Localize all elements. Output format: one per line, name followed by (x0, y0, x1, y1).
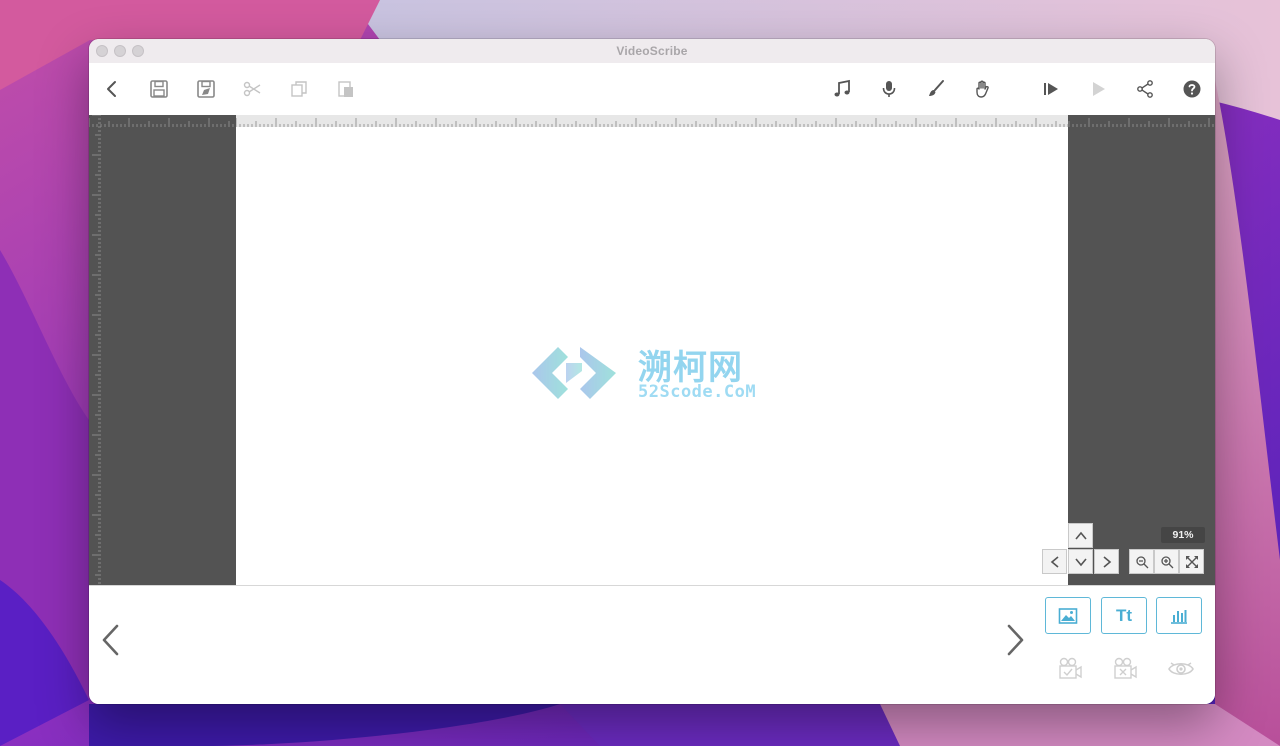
scissors-icon (243, 81, 261, 97)
zoom-out-button[interactable] (1129, 549, 1154, 574)
chevron-right-icon (1102, 555, 1111, 568)
bar-chart-icon (1171, 609, 1187, 624)
watermark-en-text: 52Scode.CoM (638, 382, 757, 402)
zoom-level-label: 91% (1161, 527, 1205, 543)
pan-up-button[interactable] (1068, 523, 1093, 548)
paste-icon (338, 81, 353, 97)
pan-right-button[interactable] (1094, 549, 1119, 574)
eye-icon (1168, 662, 1194, 676)
chevron-up-icon (1074, 531, 1087, 540)
preview-from-button[interactable] (1039, 77, 1063, 101)
app-window: VideoScribe 溯柯网 52Scode.CoM 91% Tt (89, 39, 1215, 704)
left-ruler (92, 115, 101, 584)
save-button[interactable] (147, 77, 171, 101)
canvas-ruler-ticks (236, 118, 1068, 127)
back-button[interactable] (100, 77, 124, 101)
watermark: 溯柯网 52Scode.CoM (490, 332, 790, 412)
pan-down-button[interactable] (1068, 549, 1093, 574)
help-button[interactable] (1180, 77, 1204, 101)
save-as-button[interactable] (194, 77, 218, 101)
window-title: VideoScribe (616, 44, 688, 58)
play-button[interactable] (1086, 77, 1110, 101)
chevron-left-icon (107, 81, 116, 97)
camera-x-icon (1114, 657, 1137, 679)
play-icon (1093, 82, 1105, 96)
timeline-panel: Tt (89, 585, 1215, 704)
share-button[interactable] (1133, 77, 1157, 101)
play-from-icon (1044, 83, 1058, 95)
floppy-disk-edit-icon (197, 80, 215, 98)
paste-button[interactable] (334, 77, 358, 101)
title-bar: VideoScribe (89, 39, 1215, 64)
voiceover-button[interactable] (877, 77, 901, 101)
visibility-button[interactable] (1166, 656, 1196, 682)
chevron-left-icon (1050, 555, 1059, 568)
chevron-right-icon (1007, 624, 1024, 656)
paintbrush-icon (929, 80, 944, 96)
zoom-in-icon (1160, 555, 1173, 568)
zoom-in-button[interactable] (1154, 549, 1179, 574)
cut-button[interactable] (240, 77, 264, 101)
floppy-disk-icon (150, 80, 168, 98)
canvas-stage[interactable]: 溯柯网 52Scode.CoM 91% (89, 115, 1215, 585)
chevron-left-icon (102, 624, 119, 656)
add-image-button[interactable] (1045, 597, 1091, 634)
watermark-logo-icon (532, 347, 616, 399)
hand-icon (976, 80, 989, 98)
add-text-button[interactable]: Tt (1101, 597, 1147, 634)
microphone-icon (882, 81, 896, 97)
add-chart-button[interactable] (1156, 597, 1202, 634)
share-icon (1137, 80, 1153, 98)
expand-arrows-icon (1185, 555, 1198, 568)
question-mark-icon (1183, 80, 1201, 98)
copy-button[interactable] (287, 77, 311, 101)
fit-screen-button[interactable] (1179, 549, 1204, 574)
copy-icon (291, 81, 307, 97)
image-icon (1058, 607, 1078, 624)
camera-clear-button[interactable] (1110, 656, 1140, 682)
camera-check-icon (1059, 657, 1082, 679)
scribe-canvas[interactable]: 溯柯网 52Scode.CoM (236, 127, 1068, 585)
chevron-down-icon (1074, 557, 1087, 566)
brush-button[interactable] (924, 77, 948, 101)
timeline-next-button[interactable] (1001, 620, 1031, 660)
hand-button[interactable] (971, 77, 995, 101)
zoom-out-icon (1135, 555, 1148, 568)
text-icon: Tt (1115, 605, 1133, 625)
timeline-prev-button[interactable] (95, 620, 125, 660)
pan-left-button[interactable] (1042, 549, 1067, 574)
toolbar (89, 63, 1215, 115)
camera-set-button[interactable] (1055, 656, 1085, 682)
music-button[interactable] (830, 77, 854, 101)
music-note-icon (834, 79, 850, 97)
